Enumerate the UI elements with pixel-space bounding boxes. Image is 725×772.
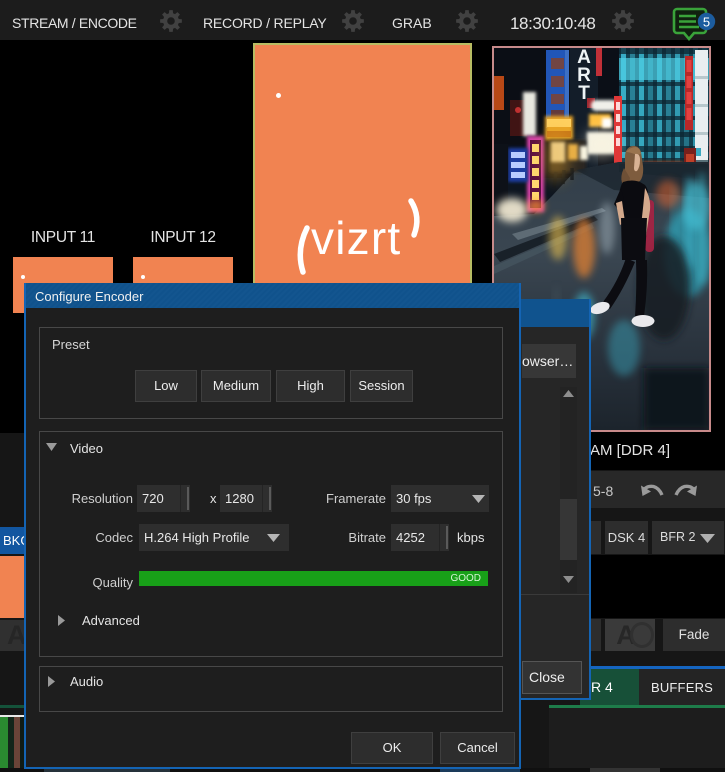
svg-text:vizrt: vizrt (311, 212, 401, 264)
svg-text:5: 5 (703, 14, 710, 29)
